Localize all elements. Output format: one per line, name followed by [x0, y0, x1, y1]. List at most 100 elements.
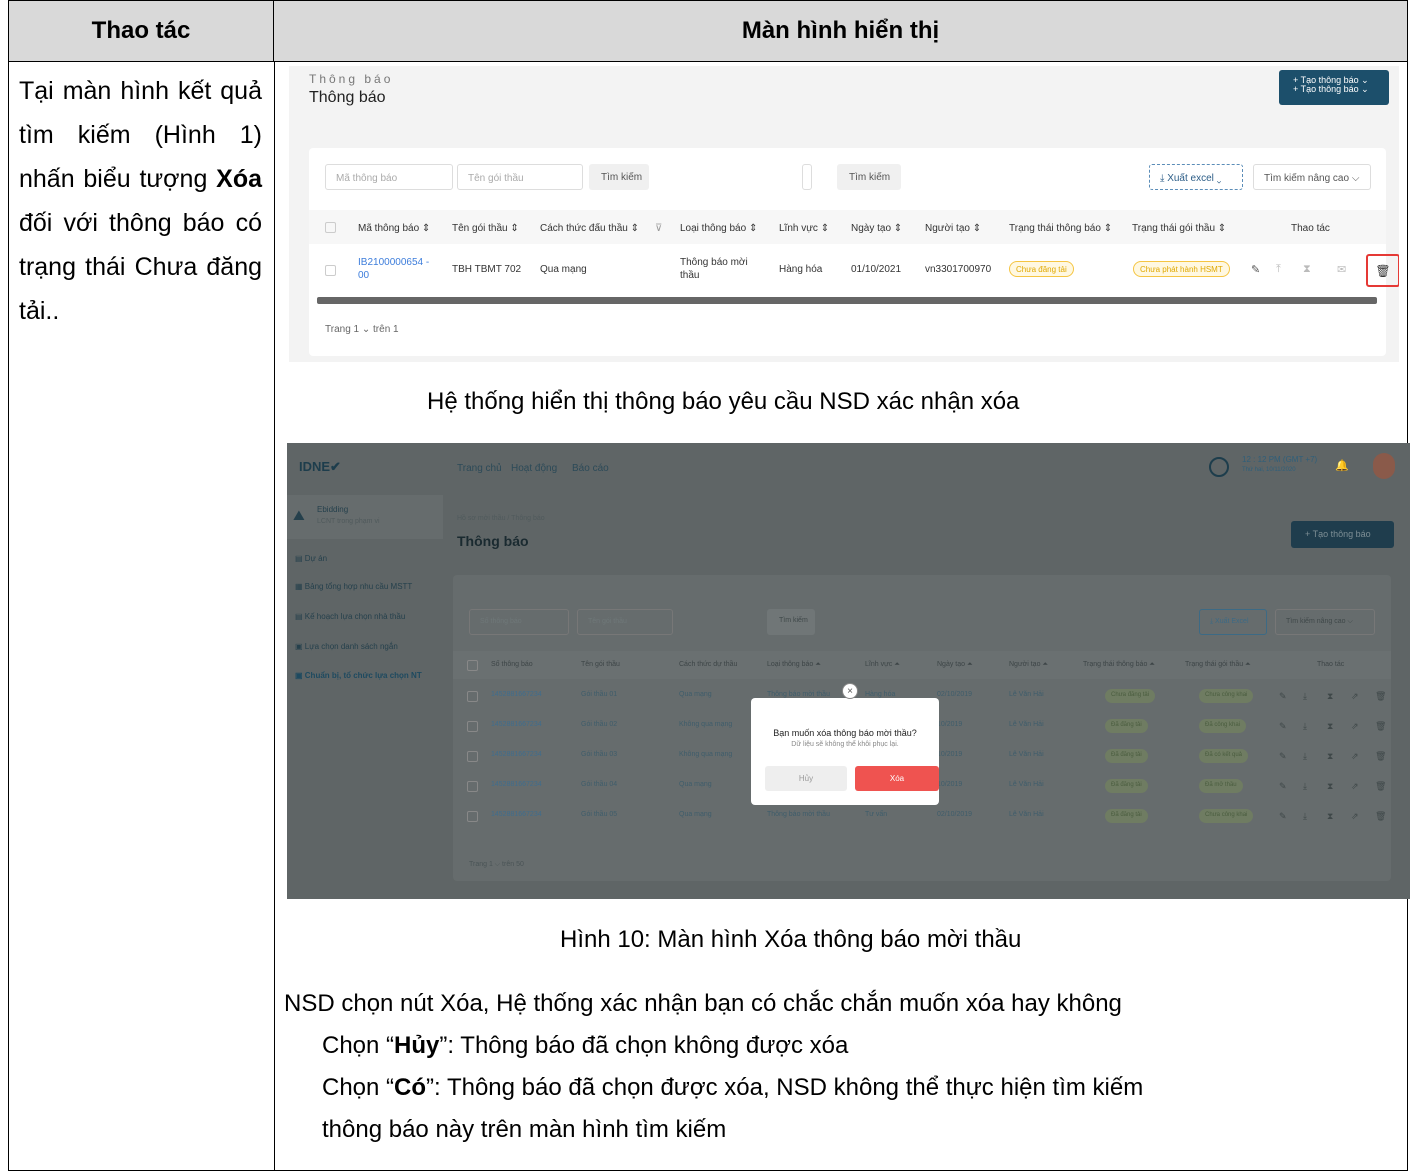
- col2-type: Loại thông báo ⏶: [767, 661, 821, 668]
- col-code[interactable]: Mã thông báo ⇕: [358, 223, 430, 234]
- sidebar-item-summary[interactable]: ▦ Bảng tổng hợp nhu cầu MSTT: [295, 582, 412, 591]
- create-notice-button[interactable]: + Tạo thông báo ⌄ + Tạo thông báo ⌄: [1279, 70, 1389, 105]
- hourglass-icon[interactable]: ⧗: [1327, 751, 1333, 762]
- row-checkbox[interactable]: [467, 691, 478, 702]
- sidebar-item-shortlist[interactable]: ▣ Lựa chọn danh sách ngắn: [295, 642, 398, 651]
- delete-icon[interactable]: 🗑: [1375, 751, 1386, 762]
- cell-id[interactable]: 1452881667234: [491, 781, 542, 788]
- col-package[interactable]: Tên gói thầu ⇕: [452, 223, 519, 234]
- delete-icon[interactable]: 🗑: [1375, 691, 1386, 702]
- sidebar-item-prepare[interactable]: ▣ Chuẩn bị, tổ chức lựa chọn NT: [295, 671, 422, 680]
- number-input[interactable]: Số thông báo: [469, 609, 569, 635]
- cell-u: Lê Văn Hải: [1009, 721, 1044, 728]
- delete-icon[interactable]: 🗑: [1375, 721, 1386, 732]
- row-checkbox[interactable]: [467, 781, 478, 792]
- sidebar-item-project[interactable]: ▤ Dự án: [295, 554, 327, 563]
- edit-icon[interactable]: ✎: [1279, 781, 1287, 792]
- edit-icon[interactable]: ✎: [1279, 751, 1287, 762]
- cell-type: Thông báo mời thầu: [680, 257, 748, 281]
- share-icon[interactable]: ⇗: [1351, 721, 1359, 732]
- delete-button[interactable]: Xóa: [855, 766, 939, 791]
- cell-id[interactable]: 1452881667234: [491, 751, 542, 758]
- horizontal-scrollbar[interactable]: [317, 297, 1377, 304]
- advanced-search-button[interactable]: Tìm kiếm nâng cao ⌵: [1253, 164, 1371, 190]
- edit-icon[interactable]: ✎: [1279, 811, 1287, 822]
- cell-id[interactable]: 1452881667234: [491, 691, 542, 698]
- download-icon[interactable]: ⤓: [1303, 721, 1307, 732]
- col-date[interactable]: Ngày tạo ⇕: [851, 223, 902, 234]
- avatar[interactable]: [1373, 453, 1395, 479]
- nav-home[interactable]: Trang chủ: [457, 463, 502, 474]
- cell-t: Thông báo mời thầu: [767, 811, 830, 818]
- download-icon[interactable]: ⤓: [1303, 781, 1307, 792]
- hourglass-icon[interactable]: ⧗: [1327, 691, 1333, 702]
- col-status[interactable]: Trạng thái thông báo ⇕: [1009, 223, 1112, 234]
- search-button[interactable]: Tìm kiếm: [589, 164, 649, 190]
- delete-icon[interactable]: 🗑: [1366, 254, 1399, 287]
- select-all-checkbox-2[interactable]: [467, 660, 478, 671]
- download-icon[interactable]: ⤓: [1303, 811, 1307, 822]
- package-input[interactable]: Tên gói thầu: [457, 164, 583, 190]
- upload-icon[interactable]: ⤒: [1276, 263, 1281, 276]
- edit-icon[interactable]: ✎: [1279, 691, 1287, 702]
- edit-icon[interactable]: ✎: [1251, 263, 1260, 276]
- instruction-text: Tại màn hình kết quả tìm kiếm (Hình 1) n…: [19, 77, 262, 325]
- cell-id[interactable]: 1452881667234: [491, 721, 542, 728]
- sidebar-module[interactable]: ⛰ Ebidding LCNT trong phạm vi: [287, 495, 443, 539]
- cell-id[interactable]: 1452881667234: [491, 811, 542, 818]
- cell-m: Qua mạng: [679, 811, 712, 818]
- nav-activity[interactable]: Hoạt động: [511, 463, 557, 474]
- advanced-search-button-2[interactable]: Tìm kiếm nâng cao ⌵: [1275, 609, 1375, 635]
- edit-icon[interactable]: ✎: [1279, 721, 1287, 732]
- column-divider: [274, 62, 275, 1170]
- col-creator[interactable]: Người tạo ⇕: [925, 223, 981, 234]
- export-button-2[interactable]: ⤓ Xuất Excel: [1199, 609, 1267, 635]
- hourglass-icon[interactable]: ⧗: [1327, 721, 1333, 732]
- delete-icon[interactable]: 🗑: [1375, 811, 1386, 822]
- pager-2[interactable]: Trang 1 ⌵ trên 50: [469, 861, 524, 869]
- col-pkg-status[interactable]: Trạng thái gói thầu ⇕: [1132, 223, 1226, 234]
- share-icon[interactable]: ⇗: [1351, 811, 1359, 822]
- code-input[interactable]: Mã thông báo: [325, 164, 453, 190]
- col-method[interactable]: Cách thức đấu thầu ⇕: [540, 223, 639, 234]
- row-checkbox[interactable]: [467, 811, 478, 822]
- download-icon[interactable]: ⤓: [1303, 751, 1307, 762]
- table-header-2: Số thông báo Tên gói thầu Cách thức dự t…: [453, 651, 1391, 679]
- cell-d: 10/2019: [937, 721, 963, 728]
- filter-icon[interactable]: ⊽: [655, 223, 662, 234]
- download-icon[interactable]: ⤓: [1303, 691, 1307, 702]
- cancel-button[interactable]: Hủy: [765, 766, 847, 791]
- cell-d: 02/10/2019: [937, 811, 973, 818]
- col-actions: Thao tác: [1291, 223, 1330, 234]
- hourglass-icon[interactable]: ⧗: [1303, 263, 1311, 276]
- share-icon[interactable]: ⇗: [1351, 751, 1359, 762]
- close-icon[interactable]: ×: [842, 683, 858, 699]
- create-notice-label-2: + Tạo thông báo ⌄: [1293, 84, 1369, 94]
- share-icon[interactable]: ⇗: [1351, 691, 1359, 702]
- pager[interactable]: Trang 1 ⌄ trên 1: [325, 324, 399, 335]
- nav-report[interactable]: Báo cáo: [572, 463, 609, 474]
- mail-icon[interactable]: ✉: [1337, 263, 1346, 276]
- delete-icon[interactable]: 🗑: [1375, 781, 1386, 792]
- screenshot-delete-confirm: IDNE✔ Trang chủ Hoạt động Báo cáo 12 : 1…: [287, 443, 1410, 899]
- row-checkbox[interactable]: [467, 751, 478, 762]
- row-checkbox[interactable]: [325, 265, 336, 276]
- col-type[interactable]: Loại thông báo ⇕: [680, 223, 757, 234]
- hourglass-icon[interactable]: ⧗: [1327, 781, 1333, 792]
- sidebar-item-plan[interactable]: ▤ Kế hoạch lựa chọn nhà thầu: [295, 612, 405, 621]
- bell-icon[interactable]: 🔔: [1335, 459, 1349, 472]
- col-field[interactable]: Lĩnh vực ⇕: [779, 223, 829, 234]
- share-icon[interactable]: ⇗: [1351, 781, 1359, 792]
- package-input-2[interactable]: Tên gói thầu: [577, 609, 673, 635]
- notice-code-link[interactable]: IB2100000654 -00: [358, 256, 429, 282]
- select-all-checkbox[interactable]: [325, 222, 336, 233]
- search-button-2[interactable]: Tìm kiếm: [837, 164, 901, 190]
- export-excel-button[interactable]: ⤓ Xuất excel ⌄: [1149, 164, 1243, 190]
- hourglass-icon[interactable]: ⧗: [1327, 811, 1333, 822]
- cell-pkg: Gói thầu 01: [581, 691, 618, 698]
- row-checkbox[interactable]: [467, 721, 478, 732]
- create-notice-button-2[interactable]: + Tạo thông báo: [1291, 521, 1394, 548]
- search-button-3[interactable]: Tìm kiếm: [767, 609, 815, 635]
- cell-field: Hàng hóa: [779, 264, 823, 275]
- cell-t: Thông báo mời thầu: [767, 691, 830, 698]
